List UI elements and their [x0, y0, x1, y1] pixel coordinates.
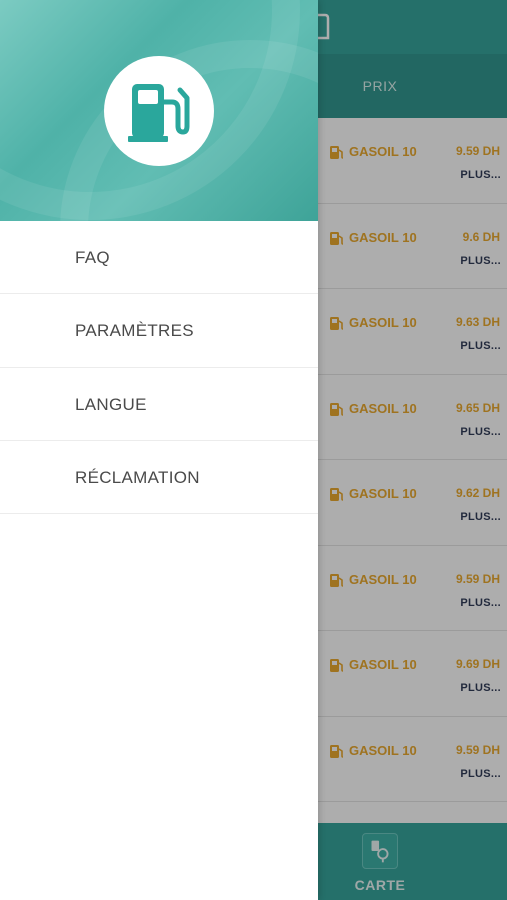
navigation-drawer: FAQ PARAMÈTRES LANGUE RÉCLAMATION [0, 0, 318, 900]
menu-item-reclamation[interactable]: RÉCLAMATION [0, 441, 318, 515]
drawer-header [0, 0, 318, 221]
menu-item-label: LANGUE [75, 394, 147, 414]
menu-item-label: FAQ [75, 248, 110, 267]
menu-item-label: PARAMÈTRES [75, 321, 194, 341]
menu-item-label: RÉCLAMATION [75, 467, 200, 487]
menu-item-langue[interactable]: LANGUE [0, 368, 318, 441]
fuel-pump-icon [128, 84, 190, 142]
drawer-menu: FAQ PARAMÈTRES LANGUE RÉCLAMATION [0, 221, 318, 515]
avatar [104, 56, 214, 166]
menu-item-parametres[interactable]: PARAMÈTRES [0, 294, 318, 368]
menu-item-faq[interactable]: FAQ [0, 221, 318, 295]
